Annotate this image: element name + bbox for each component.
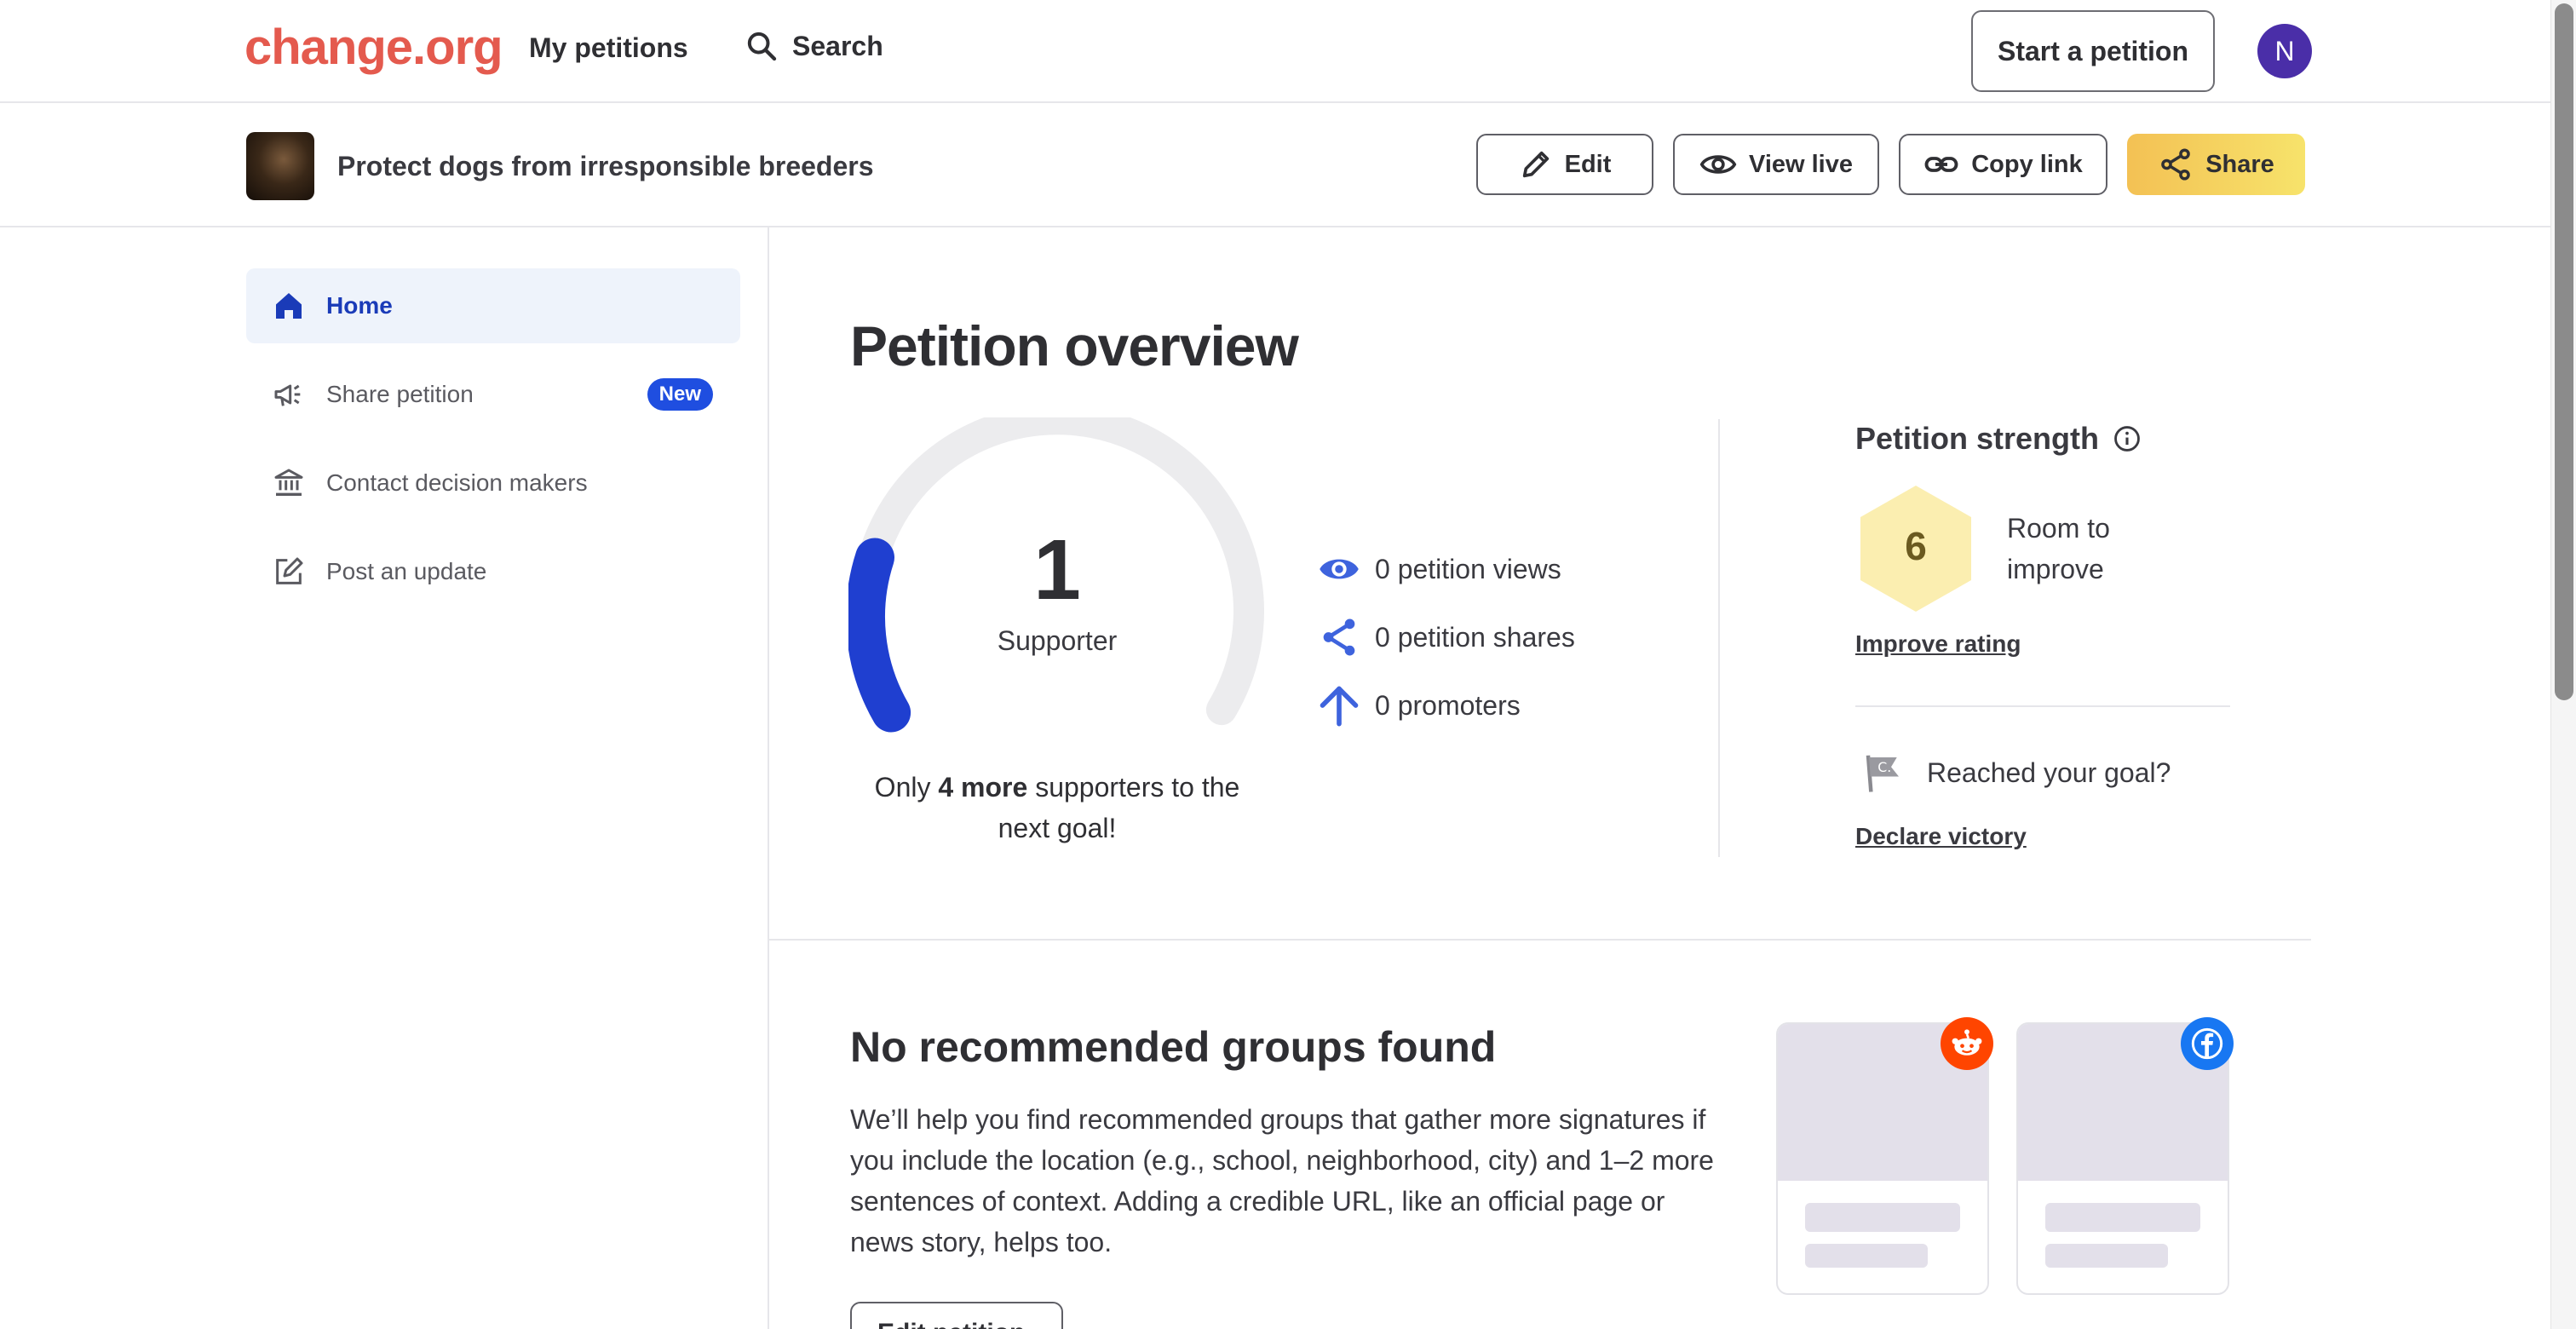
sidebar-item-share-petition[interactable]: Share petition New (246, 357, 740, 432)
share-icon (1323, 618, 1355, 656)
stat-shares-text: 0 petition shares (1375, 621, 1575, 653)
reddit-icon (1941, 1017, 1993, 1070)
share-label: Share (2205, 150, 2274, 178)
stat-views-text: 0 petition views (1375, 553, 1561, 584)
user-avatar[interactable]: N (2257, 24, 2312, 78)
rating-value: 6 (1905, 524, 1927, 568)
svg-text:C.: C. (1877, 759, 1891, 775)
pencil-icon (1522, 151, 1549, 178)
petition-thumbnail (246, 132, 314, 200)
home-icon (276, 293, 302, 319)
card-text-placeholder (1805, 1203, 1960, 1232)
petition-strength-title: Petition strength (1855, 421, 2142, 457)
supporter-count: 1 (1033, 522, 1081, 618)
search-label: Search (792, 30, 883, 61)
change-org-logo[interactable]: change.org (244, 19, 503, 76)
sidebar-item-home[interactable]: Home (246, 268, 740, 343)
rating-text: Room to improve (2007, 513, 2110, 584)
copy-link-button[interactable]: Copy link (1899, 134, 2107, 195)
arrow-up-icon (1320, 686, 1359, 727)
petition-title: Protect dogs from irresponsible breeders (337, 151, 874, 181)
stat-promoters-text: 0 promoters (1375, 689, 1521, 721)
facebook-icon (2181, 1017, 2234, 1070)
goal-message: Only 4 more supporters to the next goal! (860, 767, 1254, 849)
sidebar-item-label: Contact decision makers (326, 469, 588, 496)
info-icon[interactable] (2113, 424, 2142, 453)
edit-petition-button[interactable]: Edit petition (850, 1302, 1063, 1329)
view-live-label: View live (1749, 150, 1853, 178)
view-live-button[interactable]: View live (1673, 134, 1879, 195)
share-icon (2161, 148, 2190, 181)
page-title: Petition overview (850, 314, 1299, 377)
gauge-fill (848, 538, 911, 733)
flag-icon: C. (1866, 755, 1899, 792)
scrollbar-thumb[interactable] (2555, 3, 2573, 700)
megaphone-icon (274, 384, 301, 406)
start-petition-button[interactable]: Start a petition (1971, 10, 2215, 92)
eye-icon (1320, 559, 1359, 579)
my-petitions-link[interactable]: My petitions (529, 32, 688, 64)
reached-goal: C. Reached your goal? (1860, 750, 2171, 796)
improve-rating-link[interactable]: Improve rating (1855, 630, 2021, 658)
declare-victory-link[interactable]: Declare victory (1855, 823, 2027, 850)
edit-square-icon (276, 557, 303, 584)
sidebar-item-label: Share petition (326, 381, 474, 407)
stat-promoters: 0 promoters (1317, 683, 1521, 728)
top-navigation: change.org My petitions Search Start a p… (0, 0, 2550, 103)
card-text-placeholder (1805, 1244, 1928, 1268)
goal-bold: 4 more (938, 772, 1028, 803)
stat-shares: 0 petition shares (1317, 615, 1575, 659)
card-text-placeholder (2045, 1203, 2200, 1232)
sidebar-item-post-update[interactable]: Post an update (246, 534, 740, 609)
groups-description: We’ll help you find recommended groups t… (850, 1104, 1714, 1257)
petition-strength-label: Petition strength (1855, 421, 2099, 456)
link-icon (1924, 157, 1958, 172)
groups-title: No recommended groups found (850, 1023, 1497, 1071)
search-icon (747, 32, 777, 61)
share-button[interactable]: Share (2127, 134, 2305, 195)
reached-goal-text: Reached your goal? (1927, 757, 2171, 788)
petition-header: Protect dogs from irresponsible breeders… (0, 103, 2550, 227)
edit-button[interactable]: Edit (1476, 134, 1653, 195)
stat-views: 0 petition views (1317, 547, 1561, 591)
overview-divider (1718, 419, 1720, 857)
page-scrollbar[interactable] (2550, 0, 2576, 1329)
goal-prefix: Only (874, 772, 939, 803)
sidebar-item-contact-decision-makers[interactable]: Contact decision makers (246, 446, 740, 521)
supporter-label: Supporter (997, 625, 1118, 656)
sidebar-divider (768, 227, 769, 1329)
goal-suffix: supporters to the next goal! (998, 772, 1240, 843)
card-text-placeholder (2045, 1244, 2168, 1268)
new-badge: New (647, 378, 713, 411)
sidebar-item-label: Home (326, 292, 393, 319)
search-link[interactable]: Search (745, 29, 883, 63)
section-divider (768, 939, 2311, 941)
copy-link-label: Copy link (1971, 150, 2083, 178)
edit-label: Edit (1564, 150, 1612, 178)
strength-divider (1855, 705, 2230, 707)
sidebar-item-label: Post an update (326, 558, 487, 584)
eye-icon (1699, 155, 1737, 174)
bank-icon (274, 469, 303, 496)
